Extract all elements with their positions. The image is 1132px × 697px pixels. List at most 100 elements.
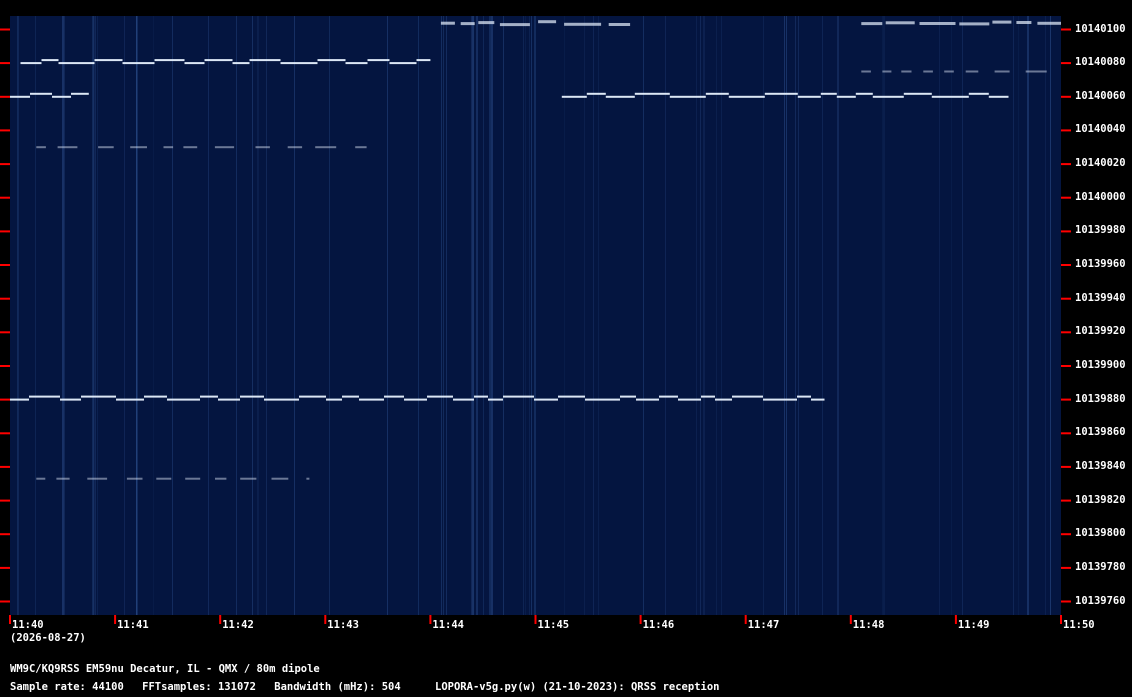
- noise-streak: [136, 16, 138, 615]
- signal-segment: [659, 395, 678, 398]
- noise-streak: [962, 16, 963, 615]
- noise-streak: [784, 16, 785, 615]
- signal-segment: [317, 59, 346, 62]
- noise-streak: [446, 16, 447, 615]
- signal-segment: [608, 23, 631, 26]
- noise-streak: [598, 16, 599, 615]
- signal-segment: [558, 395, 585, 398]
- noise-streak: [258, 16, 259, 615]
- software-info: LOPORA-v5g.py(w) (21-10-2023): QRSS rece…: [435, 681, 720, 693]
- y-tick-label: 10139920: [1075, 325, 1126, 338]
- signal-segment: [453, 398, 474, 401]
- noise-streak: [472, 16, 473, 615]
- x-tick-label: 11:47: [747, 619, 780, 631]
- signal-segment: [820, 92, 837, 95]
- y-tick-label: 10139840: [1075, 459, 1126, 472]
- noise-streak: [503, 16, 504, 615]
- noise-streak: [523, 16, 524, 615]
- signal-segment: [534, 398, 558, 401]
- noise-streak: [471, 16, 472, 615]
- signal-segment: [620, 395, 636, 398]
- signal-segment: [636, 398, 659, 401]
- noise-streak: [534, 16, 536, 615]
- signal-segment: [29, 395, 60, 398]
- signal-segment: [154, 59, 185, 62]
- signal-segment: [326, 398, 342, 401]
- signal-segment: [384, 395, 404, 398]
- signal-segment: [797, 395, 811, 398]
- noise-streak: [62, 16, 64, 615]
- date-label: (2026-08-27): [10, 632, 86, 644]
- signal-segment: [200, 395, 218, 398]
- signal-segment: [715, 398, 732, 401]
- bandwidth: Bandwidth (mHz): 504: [274, 681, 401, 693]
- signal-segment: [36, 477, 46, 480]
- footer-params: Sample rate: 44100 FFTsamples: 131072 Ba…: [10, 681, 732, 693]
- signal-segment: [57, 146, 78, 149]
- x-tick-label: 11:45: [537, 619, 570, 631]
- signal-segment: [71, 92, 89, 95]
- x-tick-label: 11:50: [1063, 619, 1095, 631]
- x-tick-label: 11:46: [642, 619, 675, 631]
- signal-segment: [763, 398, 797, 401]
- signal-segment: [271, 477, 289, 480]
- signal-segment: [965, 70, 979, 73]
- signal-segment: [204, 59, 233, 62]
- noise-streak: [491, 16, 493, 615]
- signal-segment: [130, 146, 147, 149]
- x-tick-label: 11:40: [12, 619, 44, 631]
- signal-segment: [701, 395, 715, 398]
- x-tick-label: 11:43: [327, 619, 359, 631]
- signal-segment: [299, 395, 326, 398]
- noise-streak: [172, 16, 173, 615]
- signal-segment: [359, 398, 384, 401]
- noise-streak: [763, 16, 764, 615]
- signal-segment: [885, 21, 915, 25]
- signal-segment: [634, 92, 670, 95]
- signal-segment: [797, 95, 821, 98]
- signal-segment: [345, 62, 368, 65]
- signal-segment: [586, 92, 606, 95]
- signal-segment: [901, 70, 912, 73]
- signal-segment: [968, 92, 989, 95]
- signal-segment: [184, 62, 205, 65]
- noise-streak: [822, 16, 823, 615]
- signal-segment: [156, 477, 172, 480]
- station-info: WM9C/KQ9RSS EM59nu Decatur, IL - QMX / 8…: [10, 663, 320, 675]
- noise-streak: [483, 16, 484, 615]
- noise-streak: [489, 16, 491, 615]
- noise-streak: [294, 16, 295, 615]
- noise-streak: [18, 16, 19, 615]
- signal-segment: [10, 95, 30, 98]
- noise-streak: [266, 16, 267, 615]
- signal-segment: [10, 398, 29, 401]
- signal-segment: [669, 95, 706, 98]
- signal-segment: [20, 62, 42, 65]
- signal-segment: [460, 22, 475, 26]
- signal-segment: [41, 59, 59, 62]
- noise-streak: [951, 16, 952, 615]
- noise-streak: [441, 16, 442, 615]
- signal-segment: [561, 95, 587, 98]
- y-tick-label: 10139980: [1075, 224, 1126, 237]
- signal-segment: [367, 59, 390, 62]
- signal-segment: [81, 395, 116, 398]
- signal-segment: [36, 146, 46, 149]
- signal-segment: [678, 398, 701, 401]
- signal-segment: [919, 22, 956, 25]
- signal-segment: [872, 95, 904, 98]
- noise-streak: [97, 16, 98, 615]
- signal-segment: [959, 22, 990, 26]
- noise-streak: [883, 16, 885, 615]
- signal-segment: [94, 59, 123, 62]
- signal-segment: [255, 146, 270, 149]
- noise-streak: [721, 16, 722, 615]
- signal-segment: [87, 477, 108, 480]
- y-tick-label: 10140040: [1075, 123, 1126, 136]
- noise-streak: [696, 16, 697, 615]
- signal-segment: [280, 62, 318, 65]
- signal-segment: [30, 92, 52, 95]
- noise-streak: [798, 16, 799, 615]
- signal-segment: [116, 398, 144, 401]
- signal-segment: [564, 22, 602, 26]
